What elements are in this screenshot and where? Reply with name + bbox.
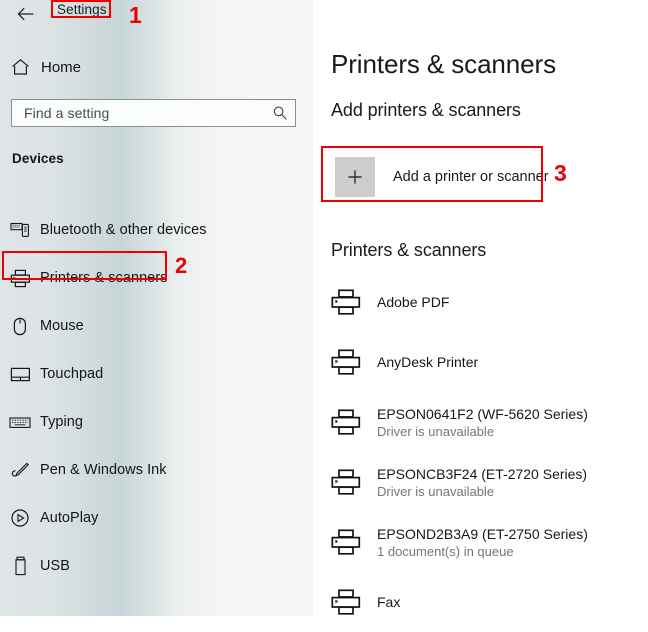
list-item[interactable]: EPSOND2B3A9 (ET-2750 Series) 1 document(…: [313, 512, 641, 572]
back-arrow-icon: [17, 7, 34, 21]
printer-name: AnyDesk Printer: [377, 354, 479, 370]
printer-name: EPSONCB3F24 (ET-2720 Series): [377, 465, 588, 482]
sidebar-item-typing-label: Typing: [40, 414, 84, 430]
page-title: Printers & scanners: [331, 49, 556, 79]
sidebar-item-typing[interactable]: Typing: [0, 398, 313, 446]
settings-title: Settings: [57, 2, 107, 17]
annotation-number-2: 2: [175, 253, 188, 278]
sidebar-item-touchpad[interactable]: Touchpad: [0, 350, 313, 398]
sidebar-item-printers-scanners[interactable]: Printers & scanners: [0, 254, 313, 302]
printer-status: Driver is unavailable: [377, 483, 495, 499]
sidebar-item-bluetooth-other-devices-label: Bluetooth & other devices: [40, 222, 207, 238]
back-button[interactable]: [12, 2, 40, 26]
search-input[interactable]: Find a setting: [11, 99, 296, 127]
printer-list-title: Printers & scanners: [331, 240, 487, 260]
printer-icon: [331, 588, 375, 616]
printer-icon: [331, 348, 375, 376]
settings-window: Settings Home Find a setting Devices Blu…: [0, 0, 648, 616]
list-item[interactable]: Adobe PDF: [313, 272, 641, 332]
annotation-number-1: 1: [129, 2, 142, 28]
sidebar-item-bluetooth-other-devices[interactable]: Bluetooth & other devices: [0, 206, 313, 254]
printer-icon: [331, 528, 375, 556]
annotation-number-3: 3: [554, 160, 567, 186]
home-icon: [0, 58, 40, 76]
bluetooth-devices-icon: [0, 221, 40, 239]
printer-name: EPSOND2B3A9 (ET-2750 Series): [377, 525, 588, 542]
search-icon[interactable]: [265, 105, 295, 121]
sidebar: Settings Home Find a setting Devices Blu…: [0, 0, 313, 616]
printer-icon: [331, 408, 375, 436]
sidebar-item-printers-scanners-label: Printers & scanners: [40, 270, 168, 286]
printer-list: Adobe PDF AnyDesk Printer EPSON0641F2 (W…: [313, 272, 641, 632]
printer-name: Adobe PDF: [377, 294, 450, 310]
sidebar-item-usb-label: USB: [40, 558, 70, 574]
main-content: Printers & scanners Add printers & scann…: [313, 0, 648, 616]
keyboard-icon: [0, 416, 40, 429]
add-printer-button[interactable]: Add a printer or scanner: [335, 157, 549, 197]
printer-status: Driver is unavailable: [377, 423, 495, 439]
sidebar-nav-list: Bluetooth & other devices Printers & sca…: [0, 206, 313, 590]
plus-icon: [335, 157, 375, 197]
sidebar-section-header: Devices: [12, 151, 64, 166]
list-item[interactable]: Fax: [313, 572, 641, 632]
sidebar-item-home-label: Home: [41, 58, 82, 76]
sidebar-item-mouse[interactable]: Mouse: [0, 302, 313, 350]
list-item[interactable]: EPSON0641F2 (WF-5620 Series) Driver is u…: [313, 392, 641, 452]
mouse-icon: [0, 317, 40, 336]
add-section-title: Add printers & scanners: [331, 100, 521, 120]
pen-icon: [0, 461, 40, 480]
touchpad-icon: [0, 367, 40, 382]
sidebar-item-touchpad-label: Touchpad: [40, 366, 104, 382]
sidebar-item-autoplay[interactable]: AutoPlay: [0, 494, 313, 542]
usb-icon: [0, 556, 40, 576]
search-input-text: Find a setting: [24, 105, 110, 121]
printer-icon: [331, 468, 375, 496]
printer-name: EPSON0641F2 (WF-5620 Series): [377, 405, 588, 422]
printer-name: Fax: [377, 594, 401, 610]
sidebar-item-home[interactable]: Home: [0, 53, 300, 81]
printer-icon: [0, 269, 40, 288]
printer-icon: [331, 288, 375, 316]
sidebar-item-autoplay-label: AutoPlay: [40, 510, 99, 526]
list-item[interactable]: EPSONCB3F24 (ET-2720 Series) Driver is u…: [313, 452, 641, 512]
sidebar-item-pen-windows-ink[interactable]: Pen & Windows Ink: [0, 446, 313, 494]
sidebar-item-mouse-label: Mouse: [40, 318, 84, 334]
add-printer-button-label: Add a printer or scanner: [393, 169, 549, 185]
printer-status: 1 document(s) in queue: [377, 543, 514, 559]
sidebar-item-usb[interactable]: USB: [0, 542, 313, 590]
list-item[interactable]: AnyDesk Printer: [313, 332, 641, 392]
autoplay-icon: [0, 508, 40, 528]
sidebar-item-pen-windows-ink-label: Pen & Windows Ink: [40, 462, 167, 478]
